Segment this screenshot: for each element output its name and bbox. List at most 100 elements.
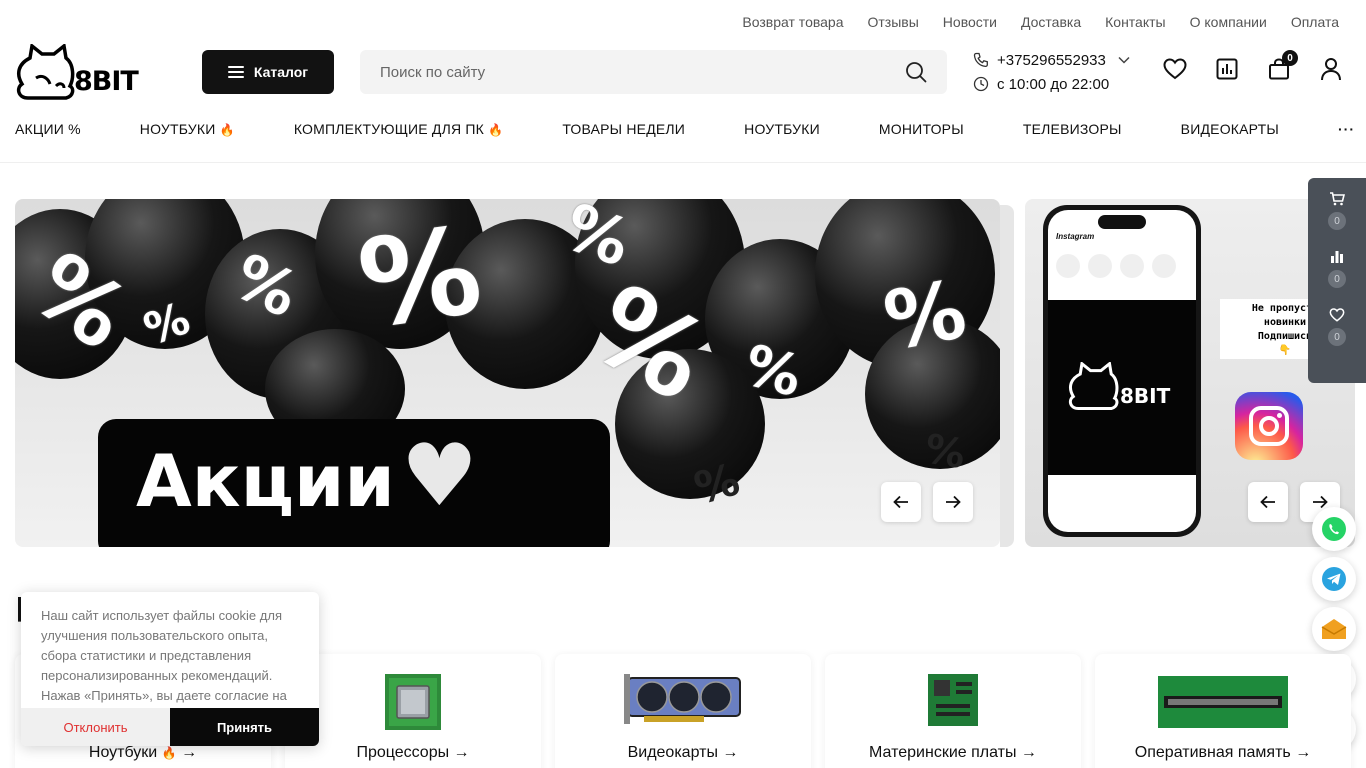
side-panel-cart[interactable]: 0 (1328, 192, 1346, 230)
topbar-link-reviews[interactable]: Отзывы (868, 14, 919, 30)
whatsapp-icon (1322, 517, 1346, 541)
phone-mockup-image: Instagram 8BIT (1043, 205, 1201, 537)
main-nav: АКЦИИ % НОУТБУКИ 🔥 КОМПЛЕКТУЮЩИЕ ДЛЯ ПК … (15, 121, 1355, 137)
instagram-icon (1235, 392, 1303, 460)
stories-row (1056, 254, 1176, 278)
compare-button[interactable] (1214, 56, 1240, 82)
category-label: Ноутбуки 🔥 → (88, 744, 198, 761)
catalog-button[interactable]: Каталог (202, 50, 334, 94)
user-icon (1321, 58, 1341, 81)
processor-image (385, 674, 441, 730)
banner-next-slide-peek (1000, 205, 1014, 547)
arrow-right-icon (946, 495, 961, 509)
category-card-ram[interactable]: Оперативная память → (1095, 654, 1351, 768)
nav-item-sales[interactable]: АКЦИИ % (15, 121, 81, 137)
nav-item-tvs[interactable]: ТЕЛЕВИЗОРЫ (1023, 121, 1122, 137)
nav-item-laptops-hot[interactable]: НОУТБУКИ 🔥 (140, 121, 235, 137)
cookie-decline-button[interactable]: Отклонить (21, 708, 170, 746)
category-card-videocards[interactable]: Видеокарты → (555, 654, 811, 768)
nav-item-videocards[interactable]: ВИДЕОКАРТЫ (1181, 121, 1279, 137)
side-compare-count: 0 (1328, 270, 1346, 288)
site-logo[interactable]: 8BIT (16, 44, 141, 102)
nav-item-label: НОУТБУКИ (139, 121, 216, 137)
cookie-buttons: Отклонить Принять (21, 708, 319, 746)
promo-label-box: Акции ♥ (98, 419, 610, 547)
side-favorites-count: 0 (1328, 328, 1346, 346)
phone-screen: Instagram 8BIT (1048, 210, 1196, 532)
category-name: Видеокарты (627, 744, 718, 761)
fire-icon: 🔥 (488, 123, 504, 137)
category-name: Ноутбуки (88, 744, 158, 761)
fire-icon: 🔥 (161, 746, 177, 760)
nav-item-pc-components[interactable]: КОМПЛЕКТУЮЩИЕ ДЛЯ ПК 🔥 (294, 121, 503, 137)
topbar-link-news[interactable]: Новости (943, 14, 997, 30)
cat-logo-icon (16, 44, 75, 100)
percent-decoration: % (350, 201, 490, 356)
envelope-icon (1321, 619, 1347, 639)
phone-number[interactable]: +375296552933 (997, 52, 1106, 69)
floating-side-panel: 0 0 0 (1308, 178, 1366, 383)
banner-next-button[interactable] (933, 482, 973, 522)
topbar-link-about[interactable]: О компании (1190, 14, 1267, 30)
search-icon[interactable] (905, 61, 927, 83)
category-label: Оперативная память → (1134, 744, 1312, 761)
nav-item-laptops[interactable]: НОУТБУКИ (744, 121, 820, 137)
phone-icon (973, 52, 988, 68)
topbar-link-returns[interactable]: Возврат товара (742, 14, 843, 30)
cat-logo-icon (1068, 362, 1119, 411)
cart-icon (1330, 192, 1345, 206)
cart-button[interactable]: 0 (1266, 50, 1298, 82)
clock-icon (973, 76, 989, 92)
nav-item-weekly-products[interactable]: ТОВАРЫ НЕДЕЛИ (562, 121, 685, 137)
header-actions: 0 (1162, 50, 1344, 82)
favorites-button[interactable] (1162, 56, 1188, 82)
contact-info: +375296552933 с 10:00 до 22:00 (973, 49, 1130, 97)
side-cart-count: 0 (1328, 212, 1346, 230)
cookie-accept-button[interactable]: Принять (170, 708, 319, 746)
banner-prev-button[interactable] (881, 482, 921, 522)
category-card-processors[interactable]: Процессоры → (285, 654, 541, 768)
category-card-motherboards[interactable]: Материнские платы → (825, 654, 1081, 768)
videocard-image (624, 674, 741, 724)
side-panel-favorites[interactable]: 0 (1328, 308, 1346, 346)
insta-title: Instagram (1056, 232, 1095, 241)
topbar-link-contacts[interactable]: Контакты (1105, 14, 1165, 30)
account-button[interactable] (1318, 56, 1344, 82)
whatsapp-button[interactable] (1312, 507, 1356, 551)
nav-item-label: КОМПЛЕКТУЮЩИЕ ДЛЯ ПК (293, 121, 484, 137)
promo-title: Акции (136, 439, 395, 523)
main-promo-banner[interactable]: % % % % % % % % % % Акции ♥ (15, 199, 1000, 547)
nav-item-monitors[interactable]: МОНИТОРЫ (879, 121, 964, 137)
menu-icon (227, 66, 244, 78)
telegram-button[interactable] (1312, 557, 1356, 601)
category-label: Видеокарты → (627, 744, 739, 761)
side-banner-prev-button[interactable] (1248, 482, 1288, 522)
chart-icon (1331, 251, 1343, 263)
nav-more-icon[interactable]: ··· (1338, 121, 1355, 137)
heart-icon (1329, 308, 1345, 322)
phone-notch (1098, 215, 1146, 229)
instagram-promo-banner[interactable]: Instagram 8BIT Не пропусти новинки Подпи… (1025, 199, 1355, 547)
arrow-left-icon (893, 495, 908, 509)
cart-count-badge: 0 (1282, 50, 1298, 66)
email-button[interactable] (1312, 607, 1356, 651)
category-label: Материнские платы → (869, 744, 1037, 761)
category-name: Оперативная память (1134, 744, 1291, 761)
phone-brand-text: 8BIT (1120, 384, 1171, 408)
heart-emoji-icon: ♥ (400, 426, 478, 526)
search-bar (360, 50, 947, 94)
top-links: Возврат товара Отзывы Новости Доставка К… (742, 14, 1339, 30)
heart-icon (1163, 58, 1187, 80)
chart-icon (1216, 58, 1238, 80)
percent-decoration: % (877, 262, 973, 369)
category-name: Материнские платы (869, 744, 1017, 761)
chevron-down-icon[interactable] (1118, 56, 1130, 64)
topbar-link-delivery[interactable]: Доставка (1021, 14, 1081, 30)
cookie-consent-popup: Наш сайт использует файлы cookie для улу… (21, 592, 319, 746)
search-input[interactable] (380, 63, 905, 81)
side-panel-compare[interactable]: 0 (1328, 250, 1346, 288)
motherboard-image (928, 674, 978, 726)
nav-divider (0, 162, 1366, 163)
topbar-link-payment[interactable]: Оплата (1291, 14, 1339, 30)
ram-image (1158, 676, 1288, 728)
